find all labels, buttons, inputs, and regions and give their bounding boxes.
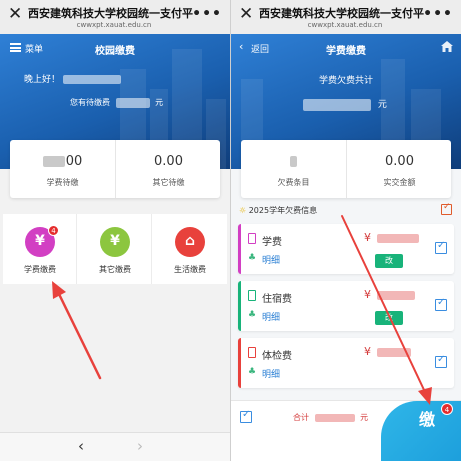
detail-link[interactable]: 明细 [262,310,280,323]
fee-checkbox[interactable] [435,297,447,311]
footer-select-all-checkbox[interactable] [240,409,252,423]
notification-badge: 4 [48,225,59,236]
fee-checkbox[interactable] [435,240,447,254]
summary-paid: 0.00 实交金额 [346,140,451,198]
total-value-redacted [314,413,355,422]
wechat-page-title: 西安建筑科技大学校园统一支付平 [28,7,193,20]
pending-value-redacted [115,97,150,108]
pay-badge: 4 [441,403,453,415]
fee-name: 住宿费 [262,294,292,305]
app-tuition[interactable]: ¥ 4 学费缴费 [3,214,77,284]
item-count-redacted [290,156,297,167]
tuition-screen: ✕ 西安建筑科技大学校园统一支付平 cwwxpt.xauat.edu.cn ••… [231,0,461,461]
fee-item-medical-exam: ♣ 体检费 明细 ¥ [238,338,454,388]
detail-link[interactable]: 明细 [262,253,280,266]
summary-other[interactable]: 0.00 其它待缴 [115,140,220,198]
pending-unit: 元 [155,98,164,107]
yuan-icon: ¥ [100,227,130,257]
forward-icon[interactable]: › [137,437,143,455]
section-title: ☼ 2025学年欠费信息 [239,205,317,216]
owe-total-unit: 元 [377,100,387,110]
nav-bar: 菜单 校园缴费 [0,34,230,64]
total-amount: 合计 元 [293,412,368,423]
close-icon[interactable]: ✕ [8,4,22,24]
other-due-value: 0.00 [154,154,183,169]
page-title: 学费缴费 [326,46,366,57]
user-name-redacted [62,75,121,84]
pending-prefix: 您有待缴费 [70,98,110,107]
store-icon: ⌂ [175,227,205,257]
wechat-domain: cwwxpt.xauat.edu.cn [307,21,383,29]
document-icon [248,290,256,301]
app-label: 其它缴费 [99,265,131,274]
item-color-bar [238,338,241,388]
app-grid: ¥ 4 学费缴费 ¥ 其它缴费 ⌂ 生活缴费 [3,214,227,284]
fee-item-accommodation: ♣ 住宿费 明细 ¥ 改 [238,281,454,331]
owe-total: 元 [303,97,387,111]
item-color-bar [238,224,241,274]
wechat-page-title: 西安建筑科技大学校园统一支付平 [259,7,424,20]
home-icon[interactable] [441,41,453,52]
person-icon: ♣ [248,367,257,377]
app-label: 生活缴费 [174,265,206,274]
fee-amount-redacted [377,291,415,300]
greeting-text: 晚上好！ [24,75,61,85]
change-button[interactable]: 改 [375,254,403,268]
wechat-domain: cwwxpt.xauat.edu.cn [76,21,152,29]
fee-name: 学费 [262,237,282,248]
close-icon[interactable]: ✕ [239,4,253,24]
section-title-text: 2025学年欠费信息 [248,206,318,215]
summary-tuition[interactable]: 00 学费待缴 [10,140,115,198]
select-all-checkbox[interactable] [441,202,452,215]
back-icon[interactable]: ‹ [78,437,84,455]
person-icon: ♣ [248,310,257,320]
summary-card: 欠费条目 0.00 实交金额 [241,140,451,198]
fee-item-tuition: ♣ 学费 明细 ¥ 改 [238,224,454,274]
app-living[interactable]: ⌂ 生活缴费 [153,214,227,284]
fee-checkbox[interactable] [435,354,447,368]
page-title: 校园缴费 [95,46,135,57]
pay-label: 缴 [419,410,436,429]
tuition-due-redacted [42,156,65,167]
pay-button[interactable]: 缴 4 [381,401,461,461]
paid-amount-value: 0.00 [385,154,414,169]
app-other[interactable]: ¥ 其它缴费 [78,214,152,284]
currency-symbol: ¥ [364,231,371,244]
fee-amount-redacted [377,234,419,243]
payment-footer: 合计 元 缴 4 [231,400,461,461]
document-icon [248,347,256,358]
more-icon[interactable]: ••• [192,6,222,22]
home-screen: ✕ 西安建筑科技大学校园统一支付平 cwwxpt.xauat.edu.cn ••… [0,0,230,461]
owe-total-redacted [303,98,371,111]
tuition-due-value: 00 [65,154,83,169]
more-icon[interactable]: ••• [423,6,453,22]
item-count-label: 欠费条目 [277,178,310,187]
summary-card: 00 学费待缴 0.00 其它待缴 [10,140,220,198]
paid-amount-label: 实交金额 [383,178,416,187]
app-label: 学费缴费 [24,265,56,274]
wechat-top-bar: ✕ 西安建筑科技大学校园统一支付平 cwwxpt.xauat.edu.cn ••… [0,0,230,34]
currency-symbol: ¥ [364,345,371,358]
change-button[interactable]: 改 [375,311,403,325]
item-color-bar [238,281,241,331]
total-prefix: 合计 [293,413,309,422]
wechat-top-bar: ✕ 西安建筑科技大学校园统一支付平 cwwxpt.xauat.edu.cn ••… [231,0,461,34]
browser-nav: ‹ › [0,432,230,461]
tuition-due-label: 学费待缴 [46,178,79,187]
nav-bar: ‹ 返回 学费缴费 [231,34,461,64]
detail-link[interactable]: 明细 [262,367,280,380]
total-unit: 元 [360,413,369,422]
document-icon [248,233,256,244]
owe-total-label: 学费欠费共计 [318,76,373,86]
pending-amount: 您有待缴费 元 [70,97,163,108]
fee-amount-redacted [377,348,411,357]
other-due-label: 其它待缴 [152,178,185,187]
summary-items: 欠费条目 [241,140,346,198]
fee-name: 体检费 [262,351,292,362]
person-icon: ♣ [248,253,257,263]
greeting: 晚上好！ [24,72,121,85]
currency-symbol: ¥ [364,288,371,301]
sun-icon: ☼ [239,206,247,215]
